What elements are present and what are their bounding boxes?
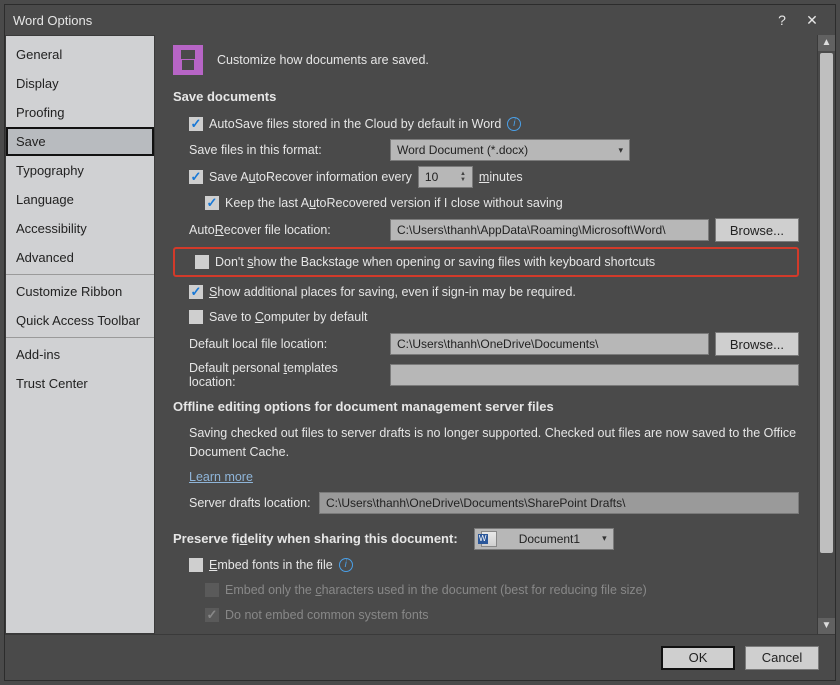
select-file-format-value: Word Document (*.docx) <box>397 143 528 157</box>
row-dont-show-backstage: Don't show the Backstage when opening or… <box>179 252 793 272</box>
sidebar-item-display[interactable]: Display <box>6 69 154 98</box>
label-minutes: minutes <box>479 170 523 184</box>
sidebar-item-typography[interactable]: Typography <box>6 156 154 185</box>
row-autorecover: Save AutoRecover information every 10 ▲▼… <box>173 166 799 188</box>
checkbox-autosave-cloud[interactable] <box>189 117 203 131</box>
checkbox-embed-only <box>205 583 219 597</box>
save-disk-icon <box>173 45 203 75</box>
checkbox-show-additional[interactable] <box>189 285 203 299</box>
row-server-drafts: Server drafts location: C:\Users\thanh\O… <box>173 492 799 514</box>
sidebar-divider <box>6 337 154 338</box>
word-options-dialog: Word Options ? ✕ GeneralDisplayProofingS… <box>4 4 836 681</box>
sidebar-item-general[interactable]: General <box>6 40 154 69</box>
row-keep-last: Keep the last AutoRecovered version if I… <box>173 193 799 213</box>
content-wrap: Customize how documents are saved. Save … <box>155 35 835 634</box>
input-server-drafts: C:\Users\thanh\OneDrive\Documents\ShareP… <box>319 492 799 514</box>
label-embed-fonts: Embed fonts in the file <box>209 558 333 572</box>
label-server-drafts: Server drafts location: <box>189 496 313 510</box>
row-templates: Default personal templates location: <box>173 361 799 389</box>
info-icon[interactable] <box>339 558 353 572</box>
offline-note: Saving checked out files to server draft… <box>173 424 799 462</box>
label-show-additional: Show additional places for saving, even … <box>209 285 576 299</box>
label-templates: Default personal templates location: <box>189 361 384 389</box>
window-title: Word Options <box>13 13 767 28</box>
checkbox-keep-last[interactable] <box>205 196 219 210</box>
row-autosave-cloud: AutoSave files stored in the Cloud by de… <box>173 114 799 134</box>
checkbox-no-common <box>205 608 219 622</box>
label-embed-only: Embed only the characters used in the do… <box>225 583 647 597</box>
row-show-additional: Show additional places for saving, even … <box>173 282 799 302</box>
checkbox-autorecover[interactable] <box>189 170 203 184</box>
label-save-to-computer: Save to Computer by default <box>209 310 367 324</box>
sidebar-item-add-ins[interactable]: Add-ins <box>6 340 154 369</box>
label-autorecover: Save AutoRecover information every <box>209 170 412 184</box>
input-autorecover-location[interactable]: C:\Users\thanh\AppData\Roaming\Microsoft… <box>390 219 709 241</box>
browse-autorecover-button[interactable]: Browse... <box>715 218 799 242</box>
label-autosave-cloud: AutoSave files stored in the Cloud by de… <box>209 117 501 131</box>
select-document[interactable]: Document1 ▾ <box>474 528 614 550</box>
input-autorecover-value: 10 <box>425 170 438 184</box>
sidebar-item-advanced[interactable]: Advanced <box>6 243 154 272</box>
row-file-format: Save files in this format: Word Document… <box>173 139 799 161</box>
sidebar-item-save[interactable]: Save <box>6 127 154 156</box>
input-autorecover-minutes[interactable]: 10 ▲▼ <box>418 166 473 188</box>
scroll-up-arrow[interactable]: ▲ <box>818 35 835 51</box>
browse-default-local-button[interactable]: Browse... <box>715 332 799 356</box>
select-document-value: Document1 <box>519 532 580 546</box>
input-templates[interactable] <box>390 364 799 386</box>
label-default-local: Default local file location: <box>189 337 384 351</box>
row-default-local: Default local file location: C:\Users\th… <box>173 332 799 356</box>
label-dont-show-backstage: Don't show the Backstage when opening or… <box>215 255 655 269</box>
page-header: Customize how documents are saved. <box>173 45 799 75</box>
row-no-common: Do not embed common system fonts <box>173 605 799 625</box>
checkbox-dont-show-backstage[interactable] <box>195 255 209 269</box>
checkbox-save-to-computer[interactable] <box>189 310 203 324</box>
scroll-down-arrow[interactable]: ▼ <box>818 618 835 634</box>
info-icon[interactable] <box>507 117 521 131</box>
sidebar-item-trust-center[interactable]: Trust Center <box>6 369 154 398</box>
section-save-documents: Save documents <box>173 89 799 104</box>
sidebar: GeneralDisplayProofingSaveTypographyLang… <box>5 35 155 634</box>
sidebar-item-accessibility[interactable]: Accessibility <box>6 214 154 243</box>
close-button[interactable]: ✕ <box>797 12 827 29</box>
sidebar-divider <box>6 274 154 275</box>
sidebar-item-proofing[interactable]: Proofing <box>6 98 154 127</box>
ok-button[interactable]: OK <box>661 646 735 670</box>
section-preserve: Preserve fidelity when sharing this docu… <box>173 531 458 546</box>
row-learn-more: Learn more <box>173 467 799 487</box>
content-area: Customize how documents are saved. Save … <box>155 35 817 634</box>
titlebar: Word Options ? ✕ <box>5 5 835 35</box>
dialog-body: GeneralDisplayProofingSaveTypographyLang… <box>5 35 835 634</box>
scrollbar[interactable]: ▲ ▼ <box>817 35 835 634</box>
sidebar-item-customize-ribbon[interactable]: Customize Ribbon <box>6 277 154 306</box>
scroll-thumb[interactable] <box>820 53 833 553</box>
label-file-format: Save files in this format: <box>189 143 384 157</box>
row-embed-only: Embed only the characters used in the do… <box>173 580 799 600</box>
row-embed-fonts: Embed fonts in the file <box>173 555 799 575</box>
label-no-common: Do not embed common system fonts <box>225 608 429 622</box>
section-preserve-row: Preserve fidelity when sharing this docu… <box>173 528 799 550</box>
sidebar-item-quick-access-toolbar[interactable]: Quick Access Toolbar <box>6 306 154 335</box>
row-save-to-computer: Save to Computer by default <box>173 307 799 327</box>
learn-more-link[interactable]: Learn more <box>189 470 253 484</box>
highlighted-option: Don't show the Backstage when opening or… <box>173 247 799 277</box>
help-button[interactable]: ? <box>767 12 797 28</box>
input-default-local[interactable]: C:\Users\thanh\OneDrive\Documents\ <box>390 333 709 355</box>
dialog-footer: OK Cancel <box>5 634 835 680</box>
row-autorecover-location: AutoRecover file location: C:\Users\than… <box>173 218 799 242</box>
cancel-button[interactable]: Cancel <box>745 646 819 670</box>
checkbox-embed-fonts[interactable] <box>189 558 203 572</box>
section-offline: Offline editing options for document man… <box>173 399 799 414</box>
chevron-down-icon: ▾ <box>602 533 607 544</box>
document-icon <box>481 531 497 547</box>
chevron-down-icon: ▾ <box>618 145 623 156</box>
select-file-format[interactable]: Word Document (*.docx) ▾ <box>390 139 630 161</box>
page-header-text: Customize how documents are saved. <box>217 53 429 67</box>
label-keep-last: Keep the last AutoRecovered version if I… <box>225 196 563 210</box>
sidebar-item-language[interactable]: Language <box>6 185 154 214</box>
label-autorecover-location: AutoRecover file location: <box>189 223 384 237</box>
